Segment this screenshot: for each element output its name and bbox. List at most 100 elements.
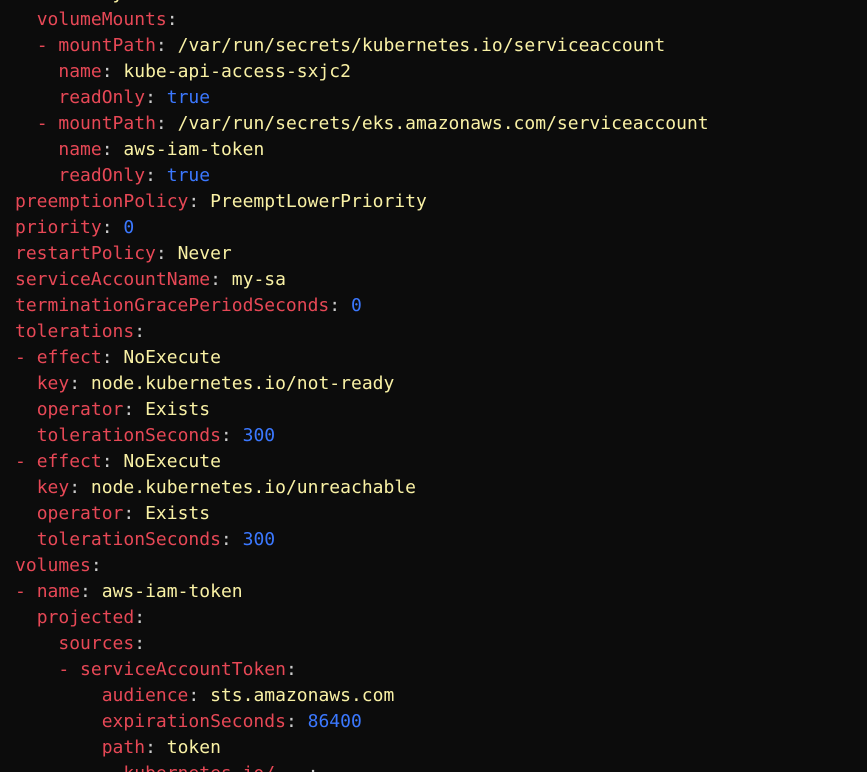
yaml-value: sts.amazonaws.com [210, 685, 395, 706]
list-dash: - [15, 451, 37, 472]
colon: : [80, 581, 91, 602]
yaml-line: sources: [15, 631, 709, 657]
yaml-value: 300 [242, 425, 276, 446]
yaml-key: terminationGracePeriodSeconds [15, 295, 330, 316]
yaml-value: PreemptLowerPriority [210, 191, 427, 212]
colon: : [188, 191, 200, 212]
yaml-value: 0 [350, 295, 362, 316]
yaml-value: true [166, 87, 211, 108]
colon: : [69, 373, 81, 394]
yaml-key: tolerations [15, 321, 135, 342]
colon: : [155, 243, 167, 264]
yaml-line: key: node.kubernetes.io/not-ready [15, 371, 709, 397]
yaml-value: Exists [145, 503, 211, 524]
yaml-key: name [37, 0, 80, 4]
list-dash: - [15, 347, 37, 368]
colon: : [134, 633, 146, 654]
yaml-line: name: aws-iam-token [15, 137, 709, 163]
yaml-value: aws-iam-token [101, 581, 243, 602]
yaml-value: NoExecute [123, 347, 221, 368]
colon: : [220, 425, 232, 446]
colon: : [329, 295, 341, 316]
yaml-key: serviceAccountToken [80, 659, 286, 680]
yaml-key: key [36, 477, 70, 498]
yaml-line: - mountPath: /var/run/secrets/kubernetes… [15, 33, 709, 59]
yaml-value: true [166, 165, 211, 186]
yaml-key: name [58, 139, 102, 160]
yaml-key: mountPath [58, 113, 156, 134]
yaml-key: readOnly [58, 165, 146, 186]
colon: : [69, 477, 81, 498]
yaml-line: tolerations: [15, 319, 709, 345]
yaml-value: Exists [145, 399, 211, 420]
yaml-line: - name: aws-iam-token [15, 579, 709, 605]
yaml-line: name: my-aws-cli [15, 0, 709, 7]
yaml-key: projected [36, 607, 135, 628]
yaml-line: name: kube-api-access-sxjc2 [15, 59, 709, 85]
colon: : [155, 35, 167, 56]
colon: : [101, 451, 113, 472]
yaml-value: /var/run/secrets/eks.amazonaws.com/servi… [177, 113, 709, 134]
yaml-value: Never [177, 243, 232, 264]
colon: : [308, 763, 319, 772]
yaml-line: operator: Exists [15, 397, 709, 423]
yaml-value: /var/run/secrets/kubernetes.io/serviceac… [177, 35, 666, 56]
yaml-key: key [36, 373, 70, 394]
colon: : [101, 217, 113, 238]
colon: : [285, 711, 297, 732]
yaml-value: token [166, 737, 221, 758]
colon: : [155, 113, 167, 134]
yaml-line: terminationGracePeriodSeconds: 0 [15, 293, 709, 319]
yaml-line: - effect: NoExecute [15, 345, 709, 371]
yaml-key: kubernetes.io/... [123, 763, 307, 772]
yaml-line: expirationSeconds: 86400 [15, 709, 709, 735]
terminal-window[interactable]: name: my-aws-cli volumeMounts: - mountPa… [0, 0, 867, 772]
yaml-line: readOnly: true [15, 85, 709, 111]
yaml-value: 300 [242, 529, 276, 550]
yaml-key: operator [36, 399, 124, 420]
yaml-key: path [101, 737, 146, 758]
yaml-key: sources [58, 633, 135, 654]
list-dash: - [15, 581, 37, 602]
list-dash: - [102, 763, 124, 772]
colon: : [188, 685, 200, 706]
yaml-line: key: node.kubernetes.io/unreachable [15, 475, 709, 501]
list-dash: - [58, 659, 81, 680]
yaml-value: aws-iam-token [123, 139, 265, 160]
list-dash: - [36, 113, 59, 134]
yaml-key: operator [36, 503, 124, 524]
yaml-key: preemptionPolicy [15, 191, 189, 212]
yaml-key: serviceAccountName [15, 269, 211, 290]
yaml-value: node.kubernetes.io/not-ready [90, 373, 395, 394]
yaml-key: volumeMounts [36, 9, 167, 30]
yaml-key: priority [15, 217, 102, 238]
yaml-key: expirationSeconds [101, 711, 286, 732]
colon: : [145, 737, 156, 758]
yaml-line: readOnly: true [15, 163, 709, 189]
yaml-line: priority: 0 [15, 215, 709, 241]
yaml-key: restartPolicy [15, 243, 156, 264]
yaml-output: name: my-aws-cli volumeMounts: - mountPa… [15, 0, 709, 772]
yaml-line: projected: [15, 605, 709, 631]
yaml-line: volumeMounts: [15, 7, 709, 33]
yaml-key: tolerationSeconds [36, 425, 221, 446]
yaml-value: my-aws-cli [102, 0, 210, 4]
yaml-line: tolerationSeconds: 300 [15, 527, 709, 553]
yaml-line: - effect: NoExecute [15, 449, 709, 475]
yaml-value: 0 [123, 217, 135, 238]
